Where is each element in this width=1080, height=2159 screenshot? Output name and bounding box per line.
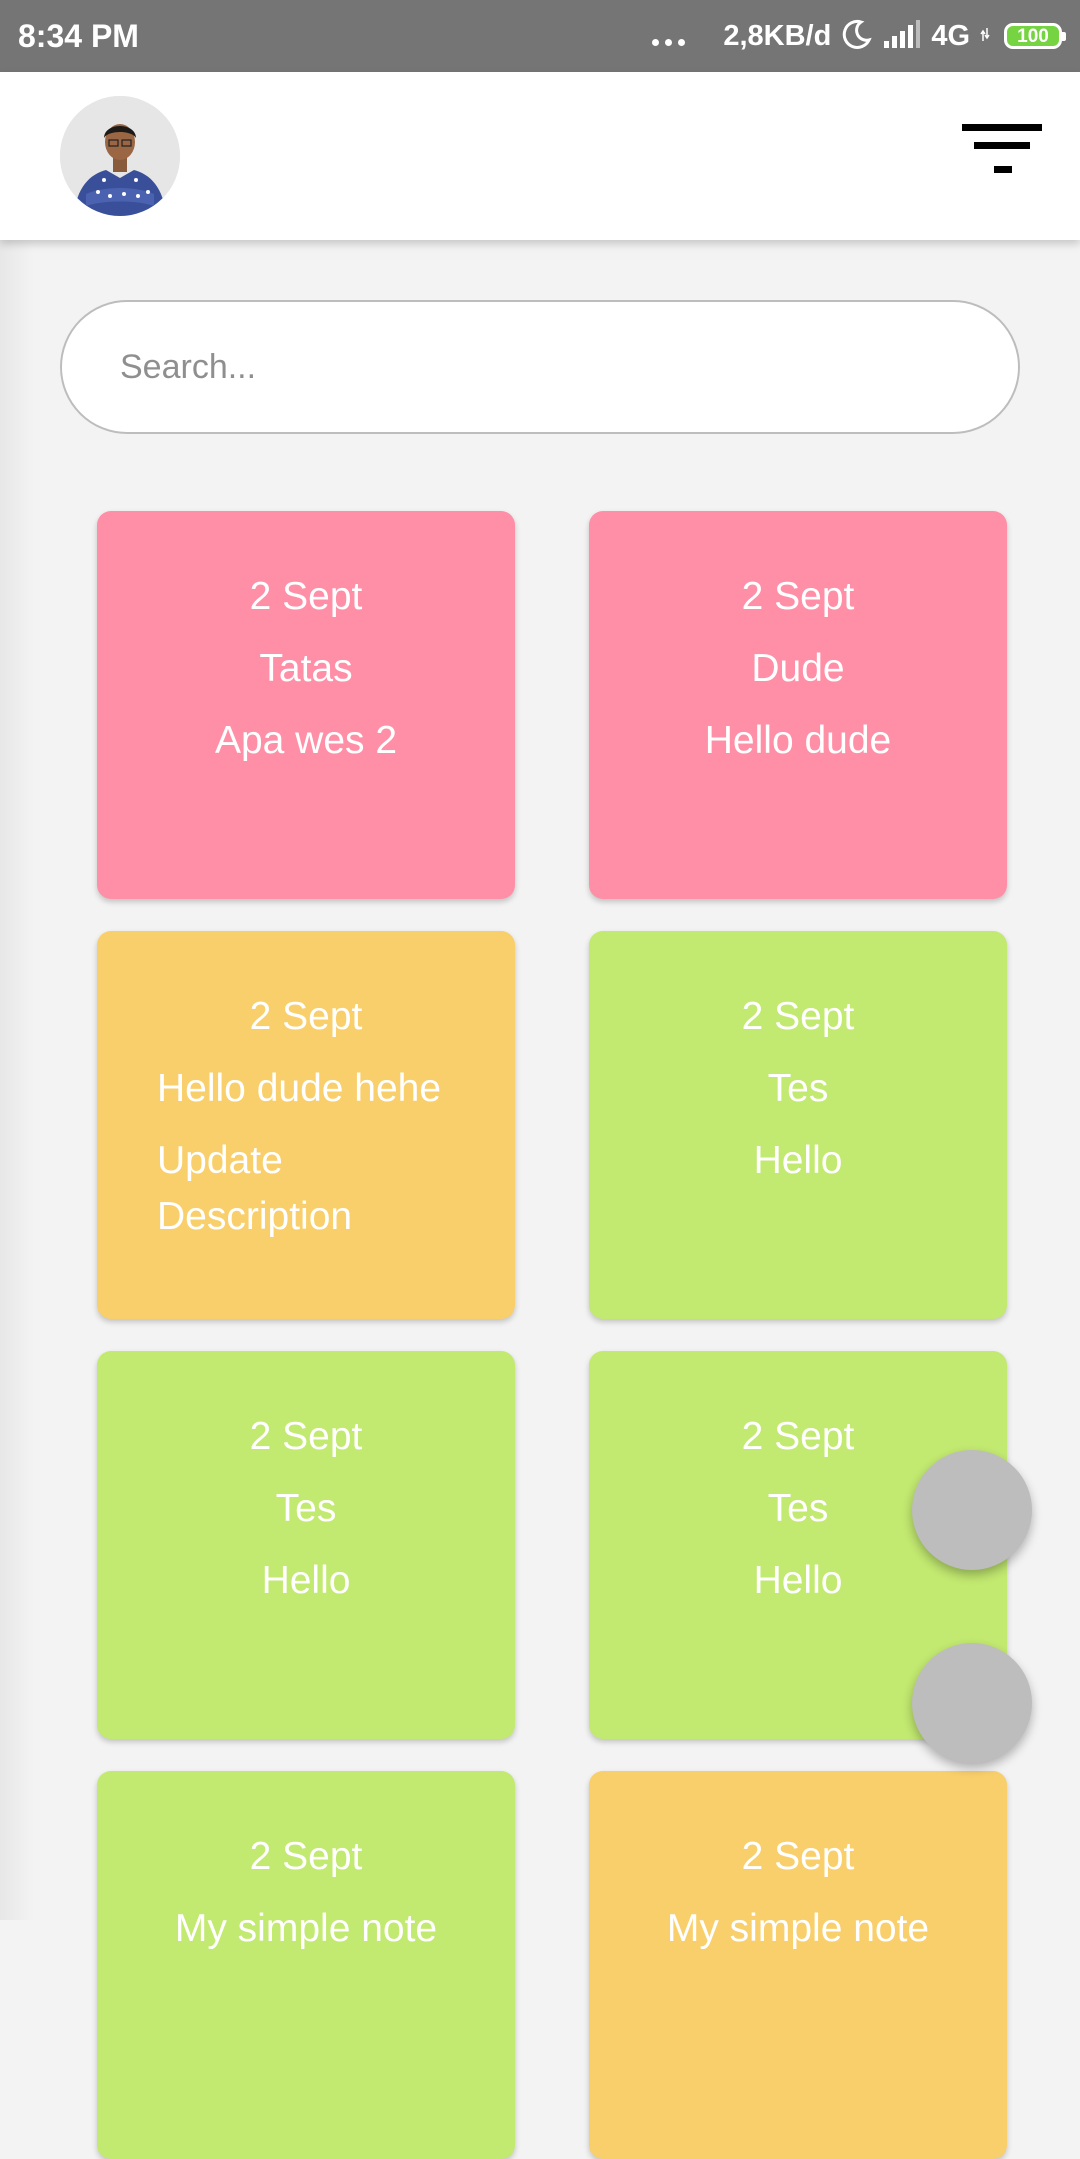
note-description: Hello dude bbox=[704, 719, 892, 762]
note-card[interactable]: 2 Sept My simple note bbox=[97, 1771, 515, 2159]
note-description: Hello bbox=[753, 1139, 843, 1182]
status-bar: 8:34 PM 2,8KB/d 4G 100 bbox=[0, 0, 1080, 72]
status-time: 8:34 PM bbox=[18, 18, 139, 54]
note-title: Tes bbox=[275, 1487, 337, 1530]
battery-level: 100 bbox=[1017, 25, 1049, 47]
app-bar bbox=[0, 72, 1080, 240]
signal-icon bbox=[883, 19, 921, 54]
note-title: Tes bbox=[767, 1067, 829, 1110]
filter-button[interactable] bbox=[942, 124, 1042, 188]
search-input[interactable] bbox=[120, 302, 960, 432]
note-card[interactable]: 2 Sept My simple note bbox=[589, 1771, 1007, 2159]
note-card[interactable]: 2 Sept Tes Hello bbox=[589, 931, 1007, 1319]
more-dots-icon bbox=[652, 38, 686, 46]
note-title: My simple note bbox=[666, 1907, 930, 1950]
status-icons: 2,8KB/d 4G 100 bbox=[652, 14, 1066, 58]
filter-lines-icon bbox=[962, 124, 1042, 173]
note-date: 2 Sept bbox=[249, 575, 363, 618]
note-date: 2 Sept bbox=[741, 575, 855, 618]
note-title: Dude bbox=[751, 647, 845, 690]
edge-shade bbox=[0, 240, 34, 1920]
note-card[interactable]: 2 Sept Dude Hello dude bbox=[589, 511, 1007, 899]
avatar[interactable] bbox=[60, 96, 180, 216]
note-title: My simple note bbox=[174, 1907, 438, 1950]
note-date: 2 Sept bbox=[741, 1415, 855, 1458]
network-type: 4G bbox=[931, 19, 970, 52]
search-field[interactable] bbox=[60, 300, 1020, 434]
note-title: Hello dude hehe bbox=[157, 1067, 442, 1110]
note-date: 2 Sept bbox=[249, 1835, 363, 1878]
moon-icon bbox=[841, 18, 873, 55]
floating-action-button-1[interactable] bbox=[912, 1450, 1032, 1570]
note-date: 2 Sept bbox=[249, 995, 363, 1038]
note-date: 2 Sept bbox=[741, 1835, 855, 1878]
note-title: Tatas bbox=[259, 647, 353, 690]
note-description: Update Description bbox=[157, 1139, 353, 1238]
note-card[interactable]: 2 Sept Tatas Apa wes 2 bbox=[97, 511, 515, 899]
note-date: 2 Sept bbox=[249, 1415, 363, 1458]
battery-icon: 100 bbox=[1004, 23, 1066, 49]
data-speed: 2,8KB/d bbox=[723, 19, 832, 52]
note-description: Apa wes 2 bbox=[214, 719, 398, 762]
note-date: 2 Sept bbox=[741, 995, 855, 1038]
data-arrows-icon bbox=[980, 26, 990, 47]
floating-action-button-2[interactable] bbox=[912, 1643, 1032, 1763]
note-description: Hello bbox=[753, 1559, 843, 1602]
note-card[interactable]: 2 Sept Tes Hello bbox=[97, 1351, 515, 1739]
note-card[interactable]: 2 Sept Hello dude hehe Update Descriptio… bbox=[97, 931, 515, 1319]
note-description: Hello bbox=[261, 1559, 351, 1602]
